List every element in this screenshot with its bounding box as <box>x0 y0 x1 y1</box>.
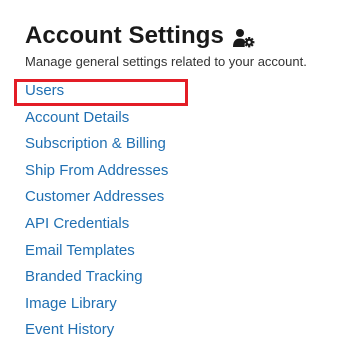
nav-item-ship-from-addresses[interactable]: Ship From Addresses <box>0 159 355 186</box>
nav-item-users[interactable]: Users <box>0 79 355 106</box>
user-gear-icon <box>232 28 255 48</box>
page-subtitle: Manage general settings related to your … <box>25 54 307 69</box>
nav-item-label: Account Details <box>25 108 130 126</box>
nav-item-account-details[interactable]: Account Details <box>0 106 355 133</box>
nav-item-image-library[interactable]: Image Library <box>0 292 355 319</box>
nav-item-label: Image Library <box>25 294 117 312</box>
nav-item-label: Event History <box>25 321 115 339</box>
nav-item-email-templates[interactable]: Email Templates <box>0 239 355 266</box>
nav-item-customer-addresses[interactable]: Customer Addresses <box>0 185 355 212</box>
nav-item-label: Users <box>25 82 65 99</box>
nav-item-event-history[interactable]: Event History <box>0 318 355 345</box>
account-settings-panel: Account Settings Manage general settings… <box>0 0 355 352</box>
nav-item-label: Subscription & Billing <box>25 135 166 153</box>
nav-item-label: Email Templates <box>25 241 135 259</box>
nav-item-subscription-billing[interactable]: Subscription & Billing <box>0 132 355 159</box>
nav-item-label: Ship From Addresses <box>25 161 169 179</box>
title-row: Account Settings <box>25 22 255 50</box>
nav-item-label: API Credentials <box>25 214 130 232</box>
nav-item-branded-tracking[interactable]: Branded Tracking <box>0 265 355 292</box>
page-title: Account Settings <box>25 22 224 49</box>
settings-nav-list: Users Account Details Subscription & Bil… <box>0 79 355 345</box>
nav-item-label: Customer Addresses <box>25 188 165 206</box>
nav-item-api-credentials[interactable]: API Credentials <box>0 212 355 239</box>
nav-item-label: Branded Tracking <box>25 268 143 286</box>
